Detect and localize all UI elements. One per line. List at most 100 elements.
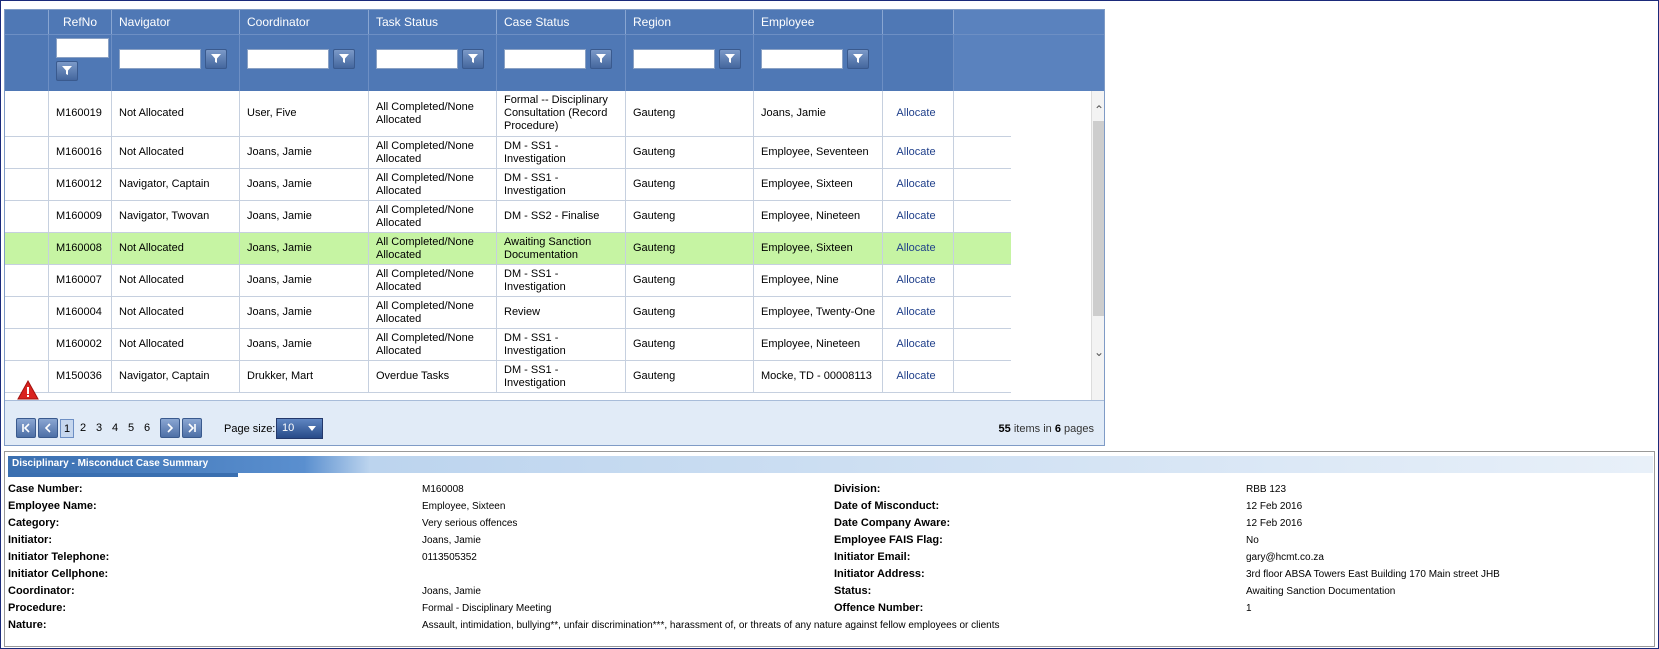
cell-employee: Employee, Seventeen [754,137,883,168]
summary-value: Very serious offences [422,518,518,529]
cell-case-status: Formal -- Disciplinary Consultation (Rec… [497,91,626,136]
employee-filter-input[interactable] [761,49,843,69]
cell-coordinator: Joans, Jamie [240,169,369,200]
allocate-link[interactable]: Allocate [883,169,954,200]
summary-value: M160008 [422,484,464,495]
row-indicator [5,297,49,328]
column-header-region[interactable]: Region [626,10,754,34]
allocate-link[interactable]: Allocate [883,297,954,328]
row-indicator [5,233,49,264]
column-header-navigator[interactable]: Navigator [112,10,240,34]
filter-cell-indicator [5,35,49,92]
page-5-button[interactable]: 5 [124,419,138,438]
cell-case-status: DM - SS1 - Investigation [497,329,626,360]
navigator-filter-button[interactable] [205,49,227,69]
table-row[interactable]: M160007 Not Allocated Joans, Jamie All Comp… [5,265,1011,297]
summary-value: Assault, intimidation, bullying**, unfai… [422,620,1000,631]
column-header-coordinator[interactable]: Coordinator [240,10,369,34]
table-row[interactable]: M160012 Navigator, Captain Joans, Jamie All… [5,169,1011,201]
task-status-filter-input[interactable] [376,49,458,69]
navigator-filter-input[interactable] [119,49,201,69]
cell-task-status: All Completed/None Allocated [369,201,497,232]
item-count: 55 [998,423,1011,435]
column-header-task-status[interactable]: Task Status [369,10,497,34]
page-count: 6 [1054,423,1061,435]
cell-task-status: All Completed/None Allocated [369,137,497,168]
first-page-button[interactable] [16,418,36,438]
cell-task-status: Overdue Tasks [369,361,497,392]
scroll-up-icon[interactable]: ⌃ [1093,103,1104,117]
column-header-case-status[interactable]: Case Status [497,10,626,34]
scroll-down-icon[interactable]: ⌄ [1093,345,1104,359]
table-row[interactable]: M160016 Not Allocated Joans, Jamie All Comp… [5,137,1011,169]
table-row[interactable]: M160019 Not Allocated User, Five All Comple… [5,91,1011,137]
cases-grid: RefNo Navigator Coordinator Task Status Case… [4,9,1105,446]
allocate-link[interactable]: Allocate [883,137,954,168]
cell-case-status: Awaiting Sanction Documentation [497,233,626,264]
table-row[interactable]: M150036 Navigator, Captain Drukker, Mart Ov… [5,361,1011,400]
summary-label: Initiator: [8,534,52,546]
page-1-button[interactable]: 1 [60,419,74,438]
page-size-select[interactable]: 10 [276,418,323,439]
summary-value: Employee, Sixteen [422,501,506,512]
allocate-link[interactable]: Allocate [883,329,954,360]
summary-value: 12 Feb 2016 [1246,518,1303,529]
cell-coordinator: Joans, Jamie [240,297,369,328]
table-row[interactable]: M160008 Not Allocated Joans, Jamie All Comp… [5,233,1011,265]
coordinator-filter-button[interactable] [333,49,355,69]
table-row[interactable]: M160004 Not Allocated Joans, Jamie All Comp… [5,297,1011,329]
allocate-link[interactable]: Allocate [883,361,954,392]
allocate-link[interactable]: Allocate [883,91,954,136]
filter-icon [210,52,222,67]
page-6-button[interactable]: 6 [140,419,154,438]
chevron-left-icon [44,423,51,433]
filter-icon [467,52,479,67]
cell-task-status: All Completed/None Allocated [369,297,497,328]
summary-label: Date Company Aware: [834,517,951,529]
region-filter-button[interactable] [719,49,741,69]
cell-refno: M160002 [49,329,112,360]
allocate-link[interactable]: Allocate [883,233,954,264]
allocate-link[interactable]: Allocate [883,265,954,296]
page-4-button[interactable]: 4 [108,419,122,438]
cell-region: Gauteng [626,265,754,296]
cell-coordinator: Joans, Jamie [240,329,369,360]
region-filter-input[interactable] [633,49,715,69]
chevron-right-icon [167,423,174,433]
page-3-button[interactable]: 3 [92,419,106,438]
case-status-filter-input[interactable] [504,49,586,69]
filter-filler [954,35,1104,92]
last-page-button[interactable] [182,418,202,438]
cell-navigator: Not Allocated [112,329,240,360]
cell-coordinator: Joans, Jamie [240,233,369,264]
summary-value: Joans, Jamie [422,586,481,597]
cell-employee: Employee, Nineteen [754,201,883,232]
summary-label: Employee Name: [8,500,97,512]
grid-header-row: RefNo Navigator Coordinator Task Status Case… [5,10,1104,34]
summary-label: Date of Misconduct: [834,500,940,512]
coordinator-filter-input[interactable] [247,49,329,69]
cell-navigator: Not Allocated [112,297,240,328]
task-status-filter-button[interactable] [462,49,484,69]
cell-task-status: All Completed/None Allocated [369,265,497,296]
summary-label: Status: [834,585,872,597]
refno-filter-button[interactable] [56,61,78,81]
filter-icon [338,52,350,67]
case-status-filter-button[interactable] [590,49,612,69]
grid-vertical-scrollbar[interactable]: ⌃ ⌄ [1091,91,1104,400]
table-row[interactable]: M160002 Not Allocated Joans, Jamie All Comp… [5,329,1011,361]
allocate-link[interactable]: Allocate [883,201,954,232]
table-row[interactable]: M160009 Navigator, Twovan Joans, Jamie All … [5,201,1011,233]
filter-icon [61,64,73,79]
cell-coordinator: Joans, Jamie [240,201,369,232]
scroll-thumb[interactable] [1093,121,1104,316]
prev-page-button[interactable] [38,418,58,438]
column-header-refno[interactable]: RefNo [49,10,112,34]
next-page-button[interactable] [160,418,180,438]
refno-filter-input[interactable] [56,38,109,58]
column-header-employee[interactable]: Employee [754,10,883,34]
filter-icon [724,52,736,67]
employee-filter-button[interactable] [847,49,869,69]
filter-cell-region [626,35,754,92]
page-2-button[interactable]: 2 [76,419,90,438]
